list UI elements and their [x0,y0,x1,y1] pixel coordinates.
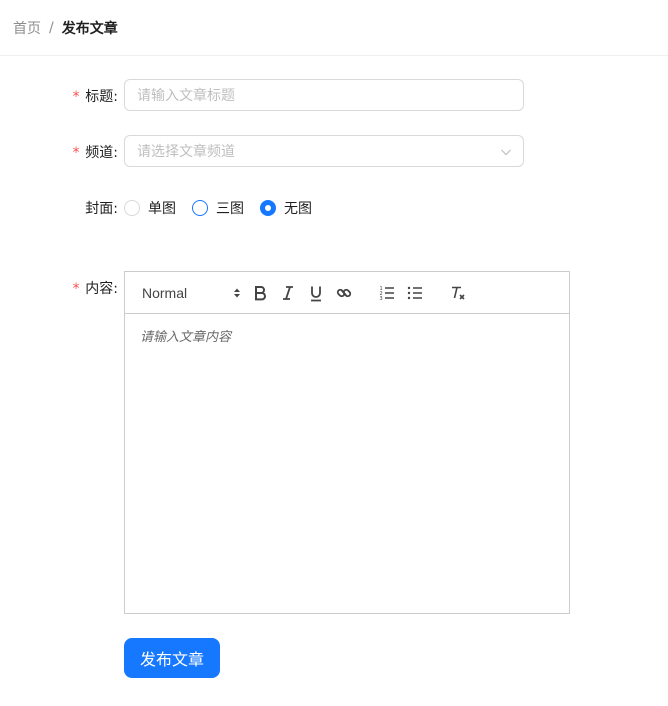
content-label-text: 内容: [85,281,118,297]
cover-radio-group: 单图 三图 无图 [124,197,328,219]
header-format-value: Normal [142,285,188,301]
breadcrumb-separator: / [49,19,54,36]
editor-content-area[interactable]: 请输入文章内容 [125,314,569,357]
svg-text:3: 3 [380,296,383,301]
link-icon [336,288,352,298]
channel-select-placeholder: 请选择文章频道 [137,144,235,160]
cover-option-label: 单图 [148,201,176,217]
bullet-list-icon [407,286,422,300]
bold-icon [255,286,266,301]
italic-button[interactable] [277,283,299,303]
channel-label-text: 频道: [85,145,118,161]
italic-icon [283,286,293,300]
radio-circle[interactable] [124,200,140,216]
cover-label-text: 封面: [85,201,118,217]
content-label: * 内容: [0,278,118,298]
breadcrumb: 首页 / 发布文章 [0,0,668,56]
channel-label: * 频道: [0,142,118,162]
cover-option-single[interactable]: 单图 [124,198,176,218]
cover-option-label: 三图 [216,201,244,217]
editor-placeholder: 请输入文章内容 [140,330,232,345]
clean-format-button[interactable] [447,283,469,303]
ordered-list-button[interactable]: 123 [376,283,398,303]
select-arrows-icon [234,288,240,298]
radio-circle[interactable] [192,200,208,216]
required-mark: * [71,89,81,105]
clear-format-icon [452,286,465,300]
underline-icon [311,286,321,301]
cover-label: 封面: [0,198,118,218]
required-mark: * [71,145,81,161]
bold-button[interactable] [249,283,271,303]
rich-text-editor: Normal 123 请输入文章内容 [124,271,570,614]
chevron-down-icon [501,149,511,156]
cover-option-label: 无图 [284,201,312,217]
header-format-select[interactable]: Normal [142,283,240,303]
ordered-list-icon: 123 [380,286,394,301]
channel-select[interactable]: 请选择文章频道 [124,135,524,167]
radio-circle-checked[interactable] [260,200,276,216]
title-input-placeholder: 请输入文章标题 [137,88,235,104]
title-label: * 标题: [0,86,118,106]
link-button[interactable] [333,283,355,303]
title-input[interactable]: 请输入文章标题 [124,79,524,111]
editor-toolbar: Normal 123 [125,272,569,314]
breadcrumb-current: 发布文章 [61,20,118,37]
breadcrumb-home-link[interactable]: 首页 [13,18,41,38]
underline-button[interactable] [305,283,327,303]
cover-option-none[interactable]: 无图 [260,198,312,218]
required-mark: * [71,281,81,297]
publish-article-button[interactable]: 发布文章 [124,638,220,678]
bullet-list-button[interactable] [404,283,426,303]
cover-option-triple[interactable]: 三图 [192,198,244,218]
title-label-text: 标题: [85,89,118,105]
